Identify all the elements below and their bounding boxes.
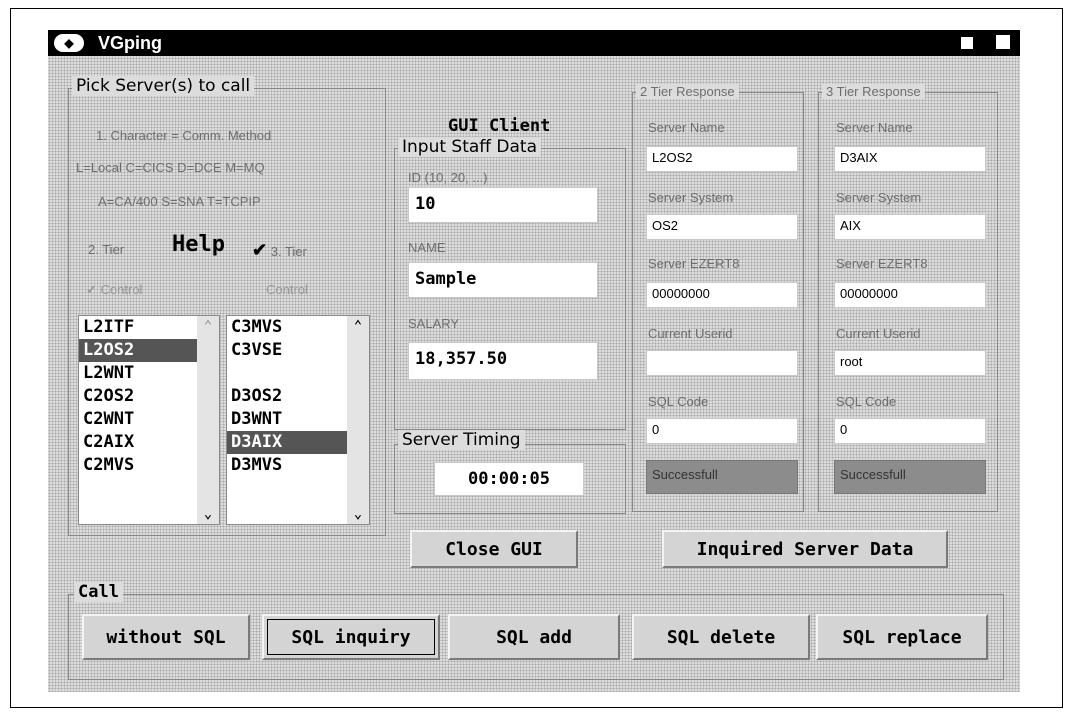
control-left-checkbox[interactable]: ✔ Control bbox=[86, 282, 142, 298]
scroll-up-icon[interactable]: ⌃ bbox=[347, 316, 369, 336]
tier3-label: 3. Tier bbox=[270, 244, 307, 259]
call-title: Call bbox=[74, 582, 123, 602]
input-staff-title: Input Staff Data bbox=[398, 137, 542, 157]
gui-client-title: GUI Client bbox=[448, 116, 551, 136]
comm-codes-line1: L=Local C=CICS D=DCE M=MQ bbox=[76, 160, 265, 175]
tier2-server-system-field[interactable]: OS2 bbox=[646, 214, 798, 240]
scroll-down-icon[interactable]: ⌄ bbox=[197, 504, 219, 524]
checkmark-icon: ✔ bbox=[252, 240, 268, 260]
tier3-server-system-field[interactable]: AIX bbox=[834, 214, 986, 240]
tier3-ezerto-field[interactable]: 00000000 bbox=[834, 282, 986, 308]
tier3-server-name-field[interactable]: D3AIX bbox=[834, 146, 986, 172]
id-label: ID (10, 20, ...) bbox=[408, 170, 488, 185]
tier3-ezerto-label: Server EZERT8 bbox=[836, 256, 928, 271]
scroll-up-icon[interactable]: ⌃ bbox=[197, 316, 219, 336]
tier3-server-list[interactable]: C3MVS C3VSE D3OS2 D3WNT D3AIX D3MVS ⌃ ⌄ bbox=[226, 315, 370, 525]
maximize-button[interactable] bbox=[994, 33, 1012, 51]
minimize-button[interactable] bbox=[960, 36, 974, 50]
scroll-down-icon[interactable]: ⌄ bbox=[347, 504, 369, 524]
salary-label: SALARY bbox=[408, 316, 460, 331]
tier2-sql-code-label: SQL Code bbox=[648, 394, 709, 409]
tier3-response-title: 3 Tier Response bbox=[822, 84, 925, 99]
inquired-server-data-button[interactable]: Inquired Server Data bbox=[662, 530, 948, 568]
tier2-server-name-label: Server Name bbox=[648, 120, 725, 135]
tier2-userid-label: Current Userid bbox=[648, 326, 733, 341]
sql-replace-button[interactable]: SQL replace bbox=[816, 614, 988, 660]
sql-delete-button[interactable]: SQL delete bbox=[632, 614, 810, 660]
tier3-server-name-label: Server Name bbox=[836, 120, 913, 135]
tier3-checkbox[interactable]: ✔ 3. Tier bbox=[252, 240, 307, 261]
control-left-label: Control bbox=[100, 282, 143, 297]
tier2-ezerto-field[interactable]: 00000000 bbox=[646, 282, 798, 308]
name-input[interactable]: Sample bbox=[408, 262, 598, 298]
sql-add-button[interactable]: SQL add bbox=[448, 614, 620, 660]
tier3-sql-code-field[interactable]: 0 bbox=[834, 418, 986, 444]
window-title: VGping bbox=[98, 33, 162, 53]
tier3-userid-field[interactable]: root bbox=[834, 350, 986, 376]
name-label: NAME bbox=[408, 240, 446, 255]
server-timing-value: 00:00:05 bbox=[434, 462, 584, 496]
checkmark-icon: ✔ bbox=[86, 282, 97, 297]
tier3-sql-code-label: SQL Code bbox=[836, 394, 897, 409]
control-right-label[interactable]: Control bbox=[266, 282, 308, 297]
tier3-server-system-label: Server System bbox=[836, 190, 922, 205]
title-bar[interactable]: ◆ VGping bbox=[48, 30, 1020, 56]
tier2-status: Successfull bbox=[646, 460, 798, 494]
sql-inquiry-button[interactable]: SQL inquiry bbox=[262, 614, 440, 660]
comm-codes-line2: A=CA/400 S=SNA T=TCPIP bbox=[98, 194, 261, 209]
vgping-window: ◆ VGping Pick Server(s) to call 1. Chara… bbox=[48, 30, 1020, 692]
tier2-server-list[interactable]: L2ITF L2OS2 L2WNT C2OS2 C2WNT C2AIX C2MVS ⌃ ⌄ bbox=[78, 315, 220, 525]
without-sql-button[interactable]: without SQL bbox=[82, 614, 250, 660]
comm-method-legend: 1. Character = Comm. Method bbox=[96, 128, 272, 143]
salary-input[interactable]: 18,357.50 bbox=[408, 342, 598, 380]
tier2-userid-field[interactable] bbox=[646, 350, 798, 376]
tier3-scrollbar[interactable]: ⌃ ⌄ bbox=[347, 316, 369, 524]
tier2-sql-code-field[interactable]: 0 bbox=[646, 418, 798, 444]
tier2-response-title: 2 Tier Response bbox=[636, 84, 739, 99]
pick-servers-title: Pick Server(s) to call bbox=[72, 76, 255, 96]
tier3-userid-label: Current Userid bbox=[836, 326, 921, 341]
help-label[interactable]: Help bbox=[172, 232, 225, 257]
tier2-ezerto-label: Server EZERT8 bbox=[648, 256, 740, 271]
tier2-server-system-label: Server System bbox=[648, 190, 734, 205]
tier2-scrollbar[interactable]: ⌃ ⌄ bbox=[197, 316, 219, 524]
tier2-label: 2. Tier bbox=[88, 242, 125, 257]
tier2-server-name-field[interactable]: L2OS2 bbox=[646, 146, 798, 172]
tier3-status: Successfull bbox=[834, 460, 986, 494]
close-gui-button[interactable]: Close GUI bbox=[410, 530, 578, 568]
system-menu-icon[interactable]: ◆ bbox=[54, 34, 84, 52]
server-timing-title: Server Timing bbox=[398, 430, 525, 450]
id-input[interactable]: 10 bbox=[408, 187, 598, 223]
